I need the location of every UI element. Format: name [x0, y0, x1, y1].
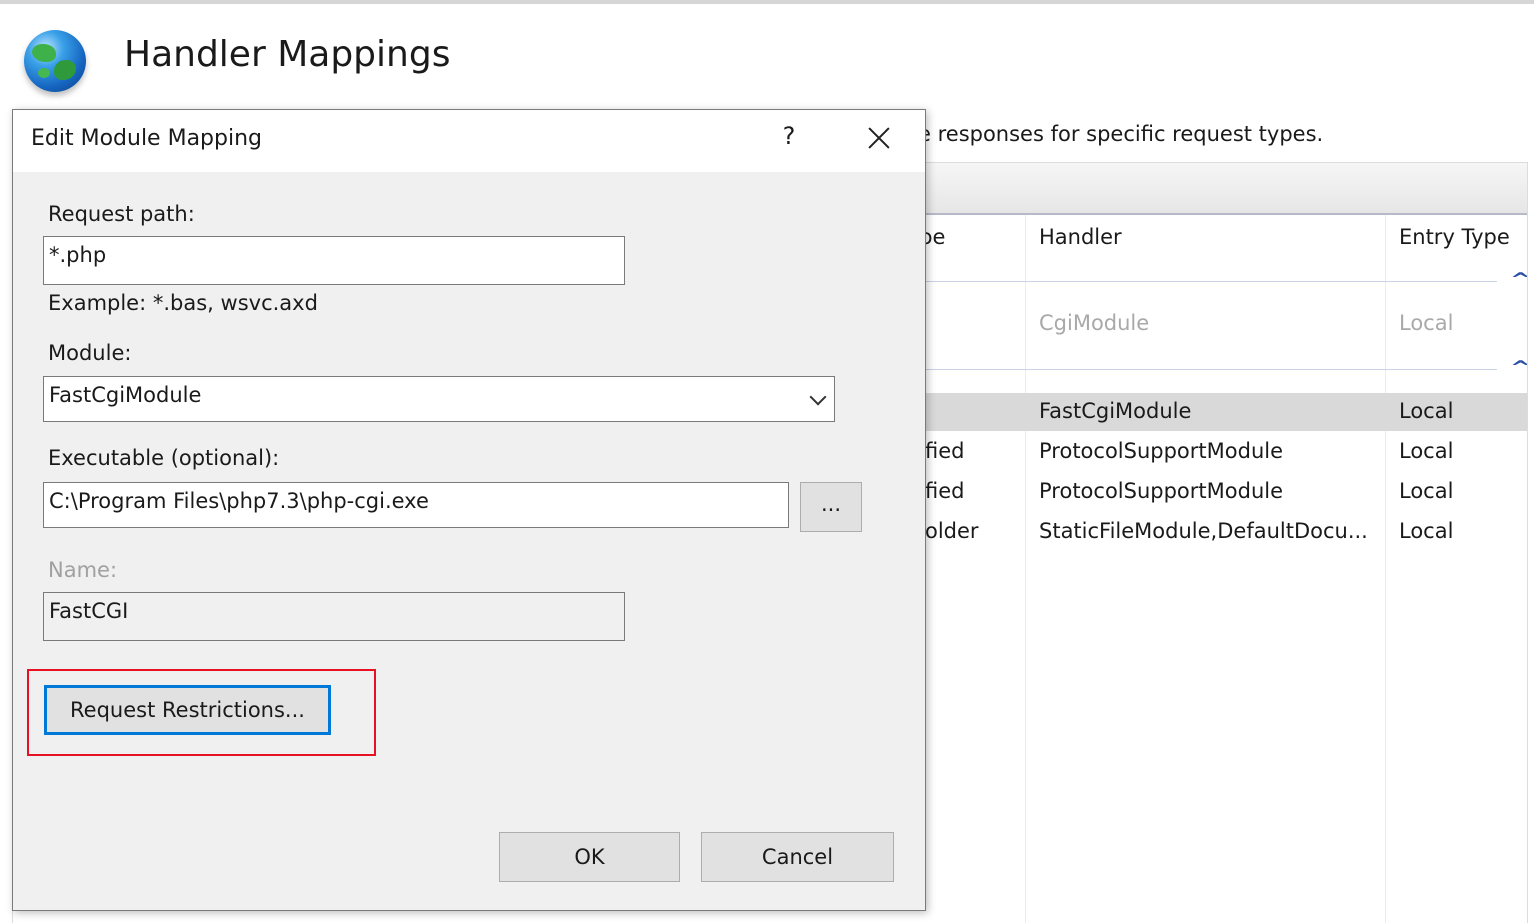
name-label: Name: [48, 558, 118, 582]
module-label: Module: [48, 341, 132, 365]
group-divider [925, 369, 1497, 370]
dialog-title: Edit Module Mapping [31, 126, 262, 151]
name-input[interactable]: FastCGI [43, 592, 625, 641]
request-path-label: Request path: [48, 202, 195, 226]
cell-handler: ProtocolSupportModule [1039, 479, 1284, 503]
edit-module-mapping-dialog: Edit Module Mapping ? Request path: *.ph… [12, 109, 926, 911]
module-dropdown[interactable]: FastCgiModule [43, 376, 835, 422]
close-icon[interactable] [859, 118, 899, 158]
browse-button[interactable]: ... [800, 482, 862, 532]
column-header-entry-type[interactable]: Entry Type [1399, 225, 1510, 249]
cell-path-type: fied [925, 439, 965, 463]
cell-entry-type: Local [1399, 439, 1454, 463]
cell-entry-type: Local [1399, 519, 1454, 543]
cell-handler: FastCgiModule [1039, 399, 1192, 423]
cell-entry-type: Local [1399, 479, 1454, 503]
group-divider [925, 281, 1497, 282]
cell-path-type: older [925, 519, 979, 543]
cell-entry-type: Local [1399, 311, 1454, 335]
chevron-down-icon[interactable] [809, 388, 827, 406]
cancel-button[interactable]: Cancel [701, 832, 894, 882]
globe-icon [24, 30, 86, 92]
request-restrictions-button[interactable]: Request Restrictions... [44, 685, 331, 735]
ok-button[interactable]: OK [499, 832, 680, 882]
cell-entry-type: Local [1399, 399, 1454, 423]
window-top-border [0, 0, 1534, 4]
page-description: e responses for specific request types. [918, 122, 1324, 146]
cell-handler: StaticFileModule,DefaultDocu... [1039, 519, 1368, 543]
collapse-group-icon[interactable]: ^ [1510, 269, 1527, 290]
help-button[interactable]: ? [777, 122, 801, 156]
column-header-handler[interactable]: Handler [1039, 225, 1122, 249]
request-path-input[interactable]: *.php [43, 236, 625, 285]
page-title: Handler Mappings [124, 34, 451, 75]
cell-handler: ProtocolSupportModule [1039, 439, 1284, 463]
executable-label: Executable (optional): [48, 446, 280, 470]
collapse-group-icon[interactable]: ^ [1510, 357, 1527, 378]
dialog-titlebar[interactable]: Edit Module Mapping ? [13, 110, 925, 172]
module-selected-value: FastCgiModule [49, 383, 202, 407]
example-text: Example: *.bas, wsvc.axd [48, 291, 318, 315]
cell-handler: CgiModule [1039, 311, 1150, 335]
cell-path-type: fied [925, 479, 965, 503]
executable-input[interactable]: C:\Program Files\php7.3\php-cgi.exe [43, 482, 789, 528]
